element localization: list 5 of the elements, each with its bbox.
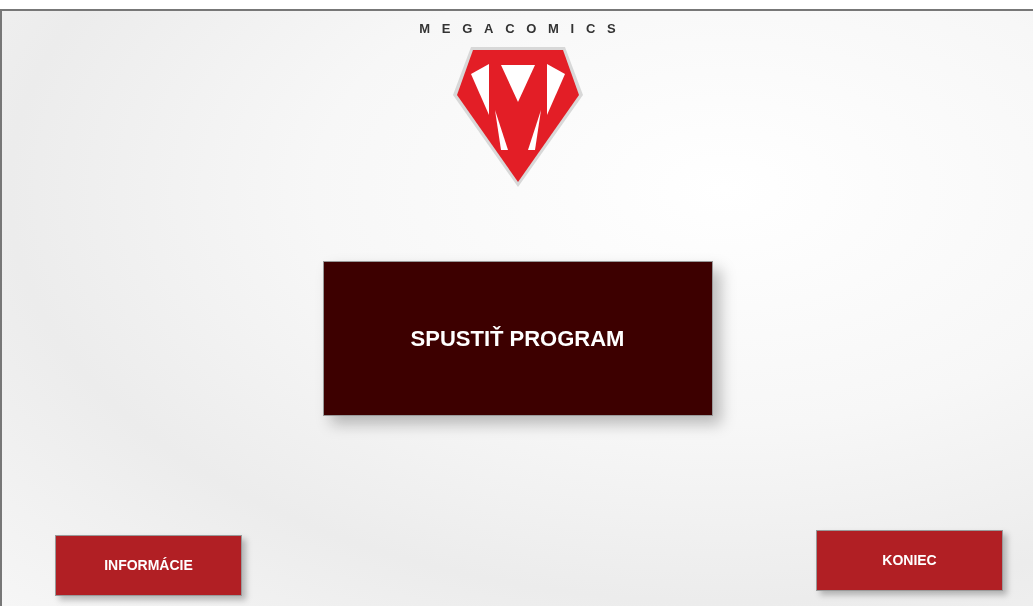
info-button[interactable]: INFORMÁCIE	[55, 535, 242, 596]
logo-text: MEGACOMICS	[418, 20, 628, 38]
exit-button[interactable]: KONIEC	[816, 530, 1003, 591]
logo-icon	[452, 46, 583, 187]
start-button[interactable]: SPUSTIŤ PROGRAM	[322, 260, 713, 416]
